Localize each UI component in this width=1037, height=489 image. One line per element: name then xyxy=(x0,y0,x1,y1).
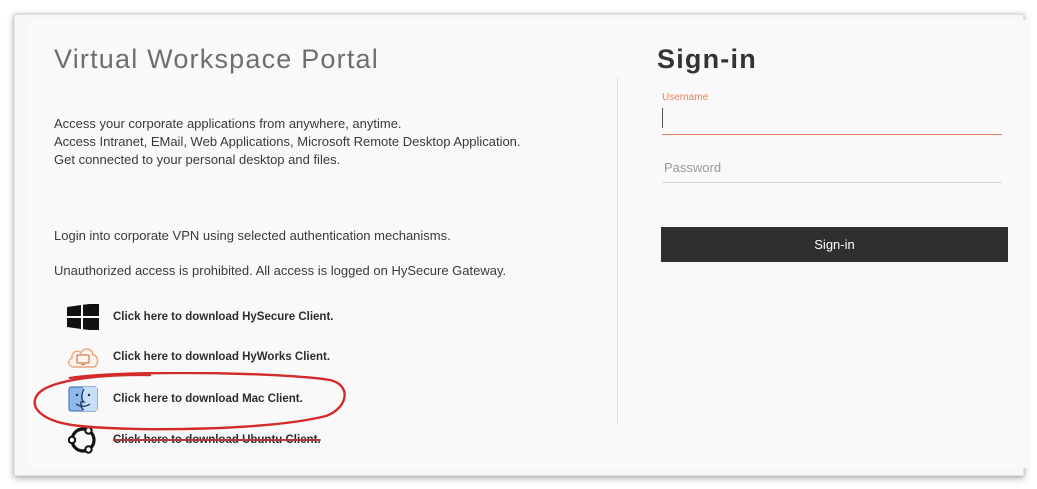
password-input[interactable] xyxy=(662,152,1000,180)
description-line: Get connected to your personal desktop a… xyxy=(54,152,341,167)
windows-icon xyxy=(66,300,100,334)
portal-title: Virtual Workspace Portal xyxy=(54,44,379,74)
download-mac-link[interactable]: Click here to download Mac Client. xyxy=(66,382,466,416)
signin-title: Sign-in xyxy=(657,44,757,74)
screenshot: Virtual Workspace Portal Access your cor… xyxy=(0,0,1037,489)
username-input[interactable] xyxy=(662,108,1001,128)
download-label: Click here to download Mac Client. xyxy=(113,393,303,405)
username-label: Username xyxy=(662,92,709,103)
download-label: Click here to download Ubuntu Client. xyxy=(113,434,321,446)
access-warning: Unauthorized access is prohibited. All a… xyxy=(54,263,507,278)
download-hysecure-link[interactable]: Click here to download HySecure Client. xyxy=(66,300,466,334)
mac-finder-icon xyxy=(66,382,100,416)
panel-divider xyxy=(617,78,618,424)
signin-button[interactable]: Sign-in xyxy=(661,227,1008,262)
username-field: Username xyxy=(662,92,1002,135)
ubuntu-icon xyxy=(66,423,100,457)
password-field xyxy=(662,152,1002,183)
download-label: Click here to download HyWorks Client. xyxy=(113,351,331,363)
download-hyworks-link[interactable]: Click here to download HyWorks Client. xyxy=(66,340,466,374)
download-label: Click here to download HySecure Client. xyxy=(113,311,334,323)
description-line: Access Intranet, EMail, Web Applications… xyxy=(54,134,521,149)
download-ubuntu-link[interactable]: Click here to download Ubuntu Client. xyxy=(66,423,466,457)
vpn-note: Login into corporate VPN using selected … xyxy=(54,228,451,243)
portal-description: Access your corporate applications from … xyxy=(54,115,594,169)
description-line: Access your corporate applications from … xyxy=(54,116,402,131)
hyworks-cloud-icon xyxy=(66,340,100,374)
